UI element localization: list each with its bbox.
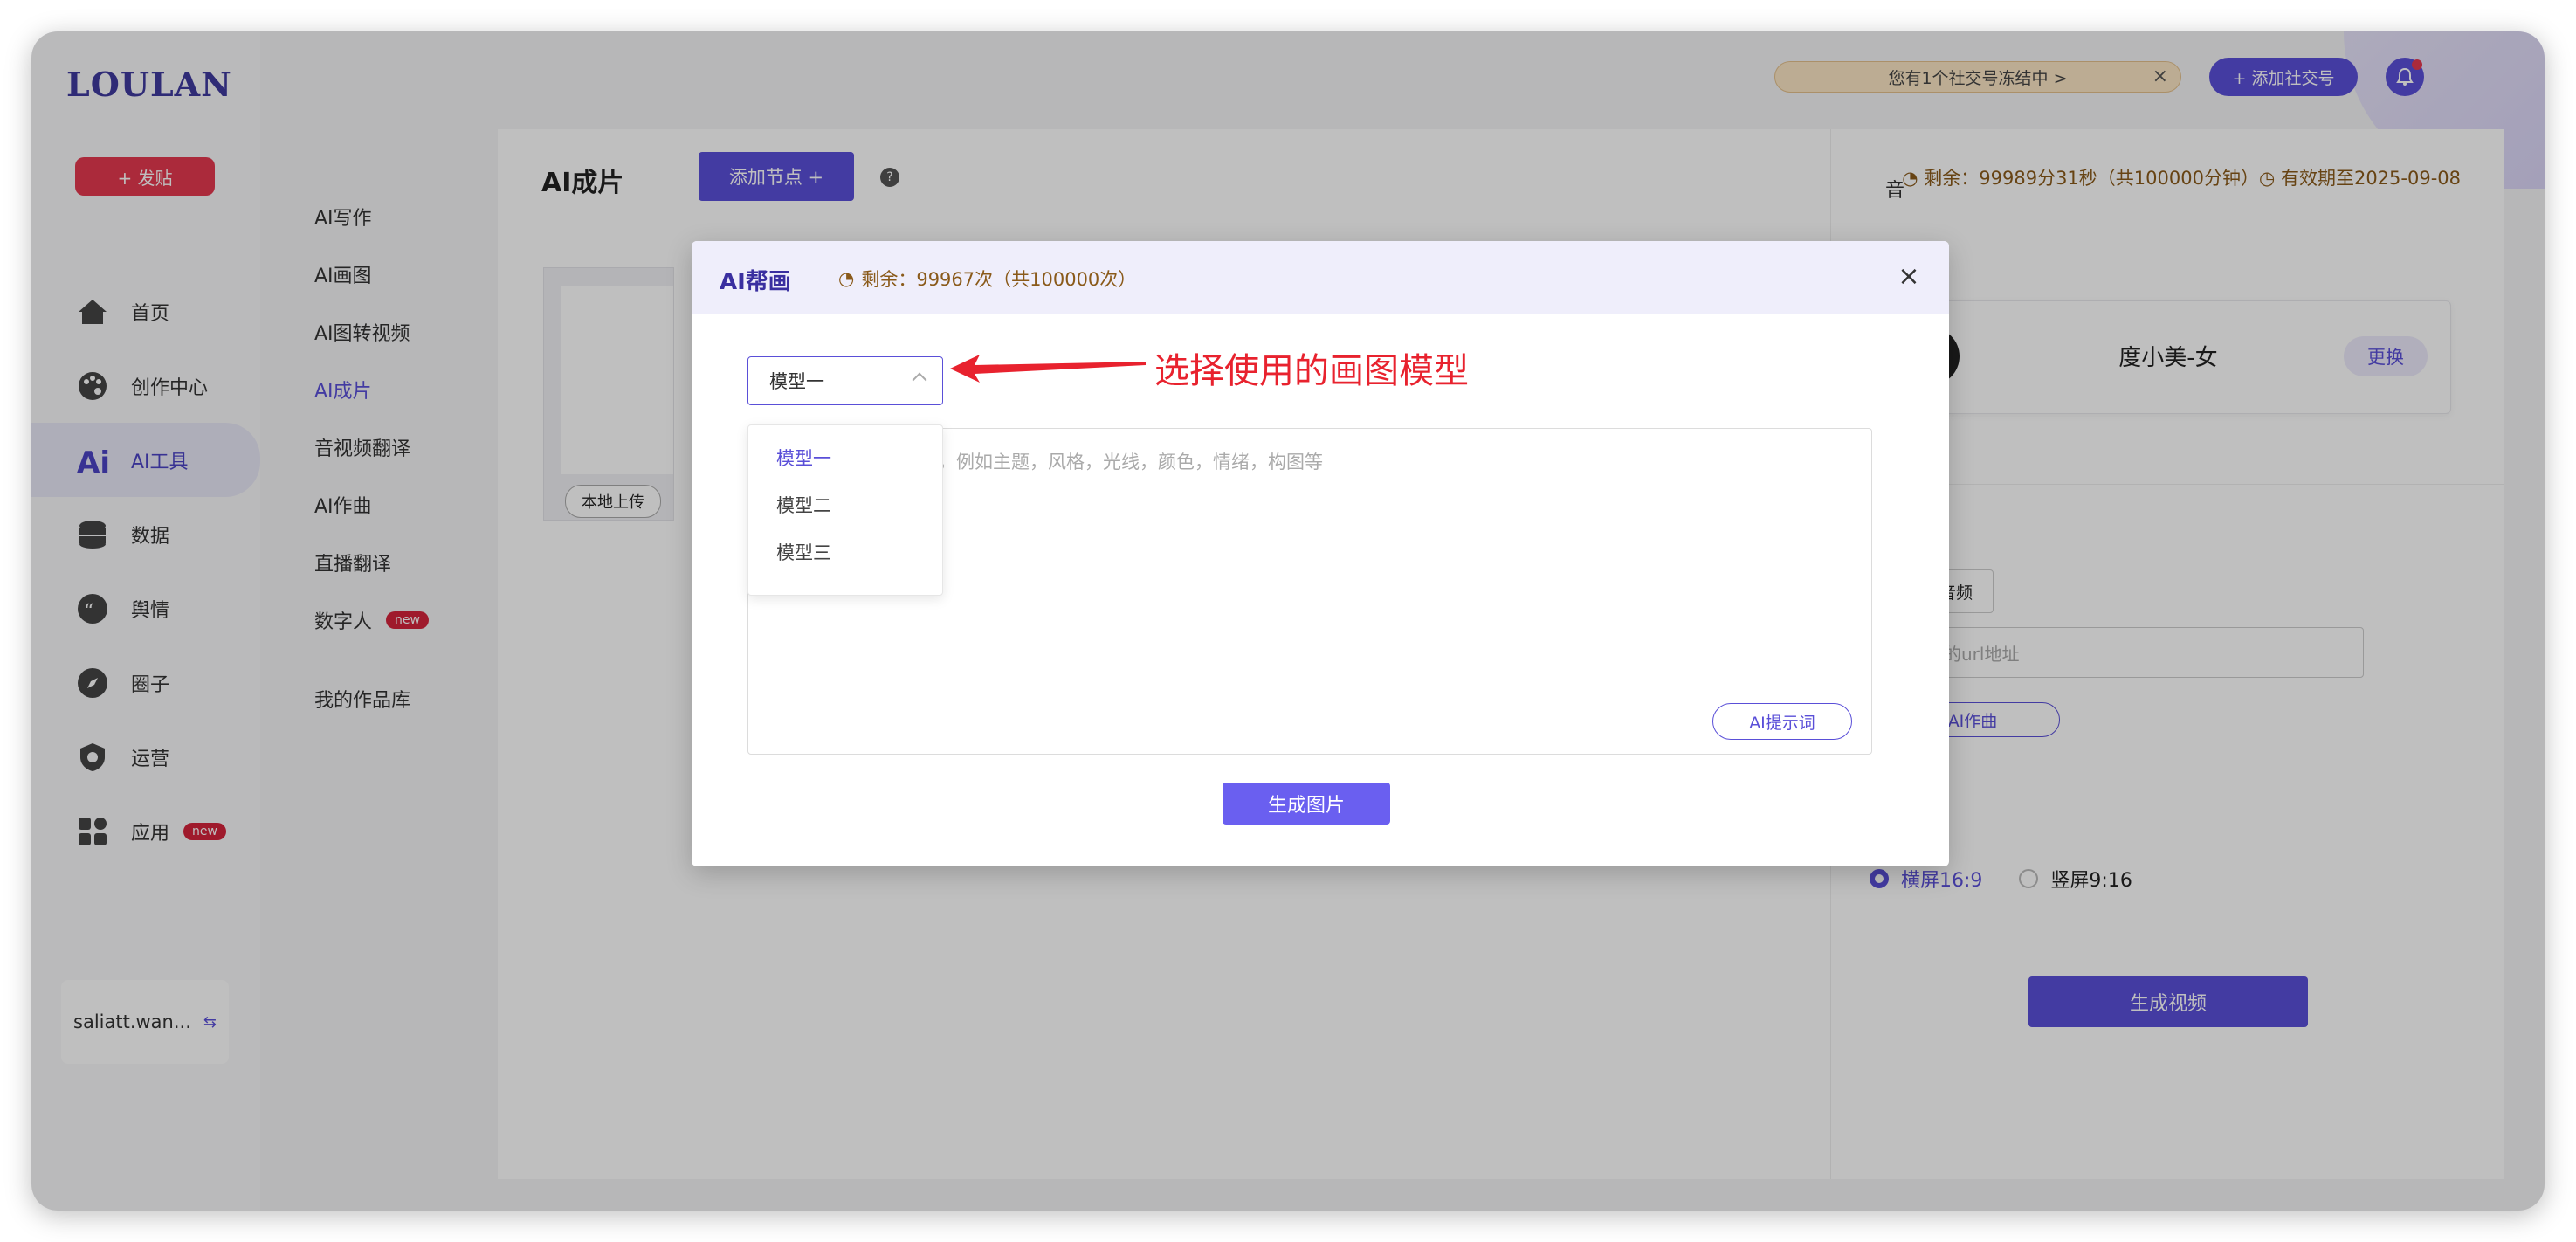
annotation-text: 选择使用的画图模型 (1154, 351, 1469, 391)
model-dropdown: 模型一 模型二 模型三 (747, 424, 943, 596)
close-icon[interactable]: × (1893, 260, 1925, 292)
model-option-2[interactable]: 模型二 (748, 481, 942, 528)
model-option-3[interactable]: 模型三 (748, 528, 942, 576)
app-window: LOULAN + 发贴 首页 创作中心 Ai AI工具 数据 “ 舆情 圈子 运… (31, 31, 2545, 1211)
modal-title: AI帮画 (720, 269, 791, 295)
model-option-1[interactable]: 模型一 (748, 434, 942, 481)
annotation-arrow-icon (950, 355, 1146, 383)
modal-quota: ◔ 剩余：99967次（共100000次） (838, 266, 1136, 292)
prompt-placeholder: 节，例如主题，风格，光线，颜色，情绪，构图等 (920, 452, 1323, 473)
modal-quota-text: 剩余：99967次（共100000次） (861, 269, 1137, 290)
chevron-up-icon (912, 372, 927, 388)
quota-pie-icon: ◔ (838, 268, 855, 289)
modal-header: AI帮画 ◔ 剩余：99967次（共100000次） × (692, 241, 1949, 314)
ai-draw-modal: AI帮画 ◔ 剩余：99967次（共100000次） × 节，例如主题，风格，光… (692, 241, 1949, 866)
model-select[interactable]: 模型一 (747, 356, 943, 405)
ai-prompt-button[interactable]: AI提示词 (1712, 703, 1852, 740)
model-select-value: 模型一 (769, 371, 824, 392)
generate-image-button[interactable]: 生成图片 (1223, 783, 1390, 825)
